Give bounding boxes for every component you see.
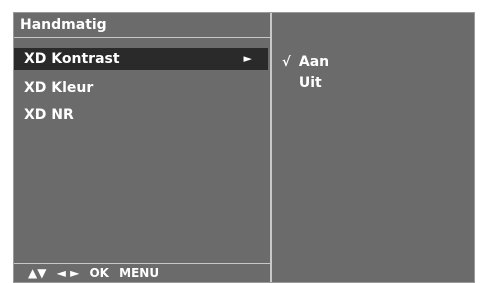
left-right-arrows-icon: ◄ ► [56,266,80,280]
option-label: Aan [298,54,330,70]
menu-title: Handmatig [20,17,107,33]
option-label: Uit [298,75,322,91]
menu-item-xd-kontrast[interactable]: XD Kontrast ► [14,48,268,70]
menu-item-label: XD NR [24,107,74,123]
option-uit[interactable]: Uit [282,75,322,91]
menu-item-xd-kleur[interactable]: XD Kleur [14,77,268,99]
footer-divider [14,263,270,264]
menu-hint: MENU [119,266,160,280]
main-menu-panel: Handmatig XD Kontrast ► XD Kleur XD NR ▲… [14,13,270,282]
menu-item-label: XD Kontrast [24,51,120,67]
menu-item-xd-nr[interactable]: XD NR [14,104,268,126]
up-down-arrows-icon: ▲▼ [28,266,47,280]
ok-hint: OK [89,266,109,280]
menu-item-label: XD Kleur [24,80,94,96]
option-aan[interactable]: √ Aan [282,54,329,70]
checkmark-icon: √ [282,55,291,70]
submenu-arrow-icon: ► [243,52,252,65]
submenu-panel: √ Aan Uit [272,13,474,282]
osd-menu: Handmatig XD Kontrast ► XD Kleur XD NR ▲… [13,12,475,283]
navigation-hints: ▲▼ ◄ ► OK MENU [28,266,165,280]
title-divider [14,37,270,38]
